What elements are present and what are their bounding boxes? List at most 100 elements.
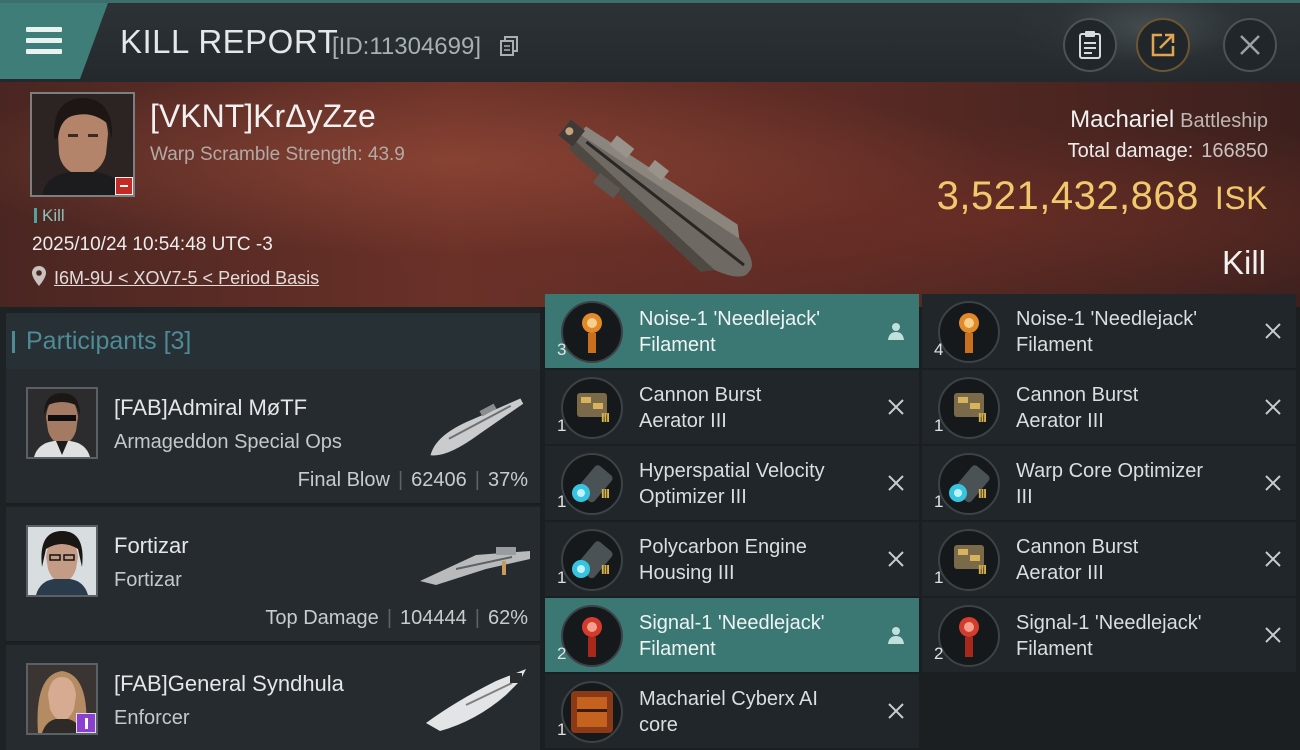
close-button[interactable] — [1223, 18, 1277, 72]
item-quantity: 2 — [557, 644, 567, 663]
total-damage-value: 166850 — [1201, 140, 1268, 162]
item-row[interactable]: III 1 Warp Core Optimizer III — [922, 446, 1296, 520]
filament-orange-icon — [561, 301, 623, 363]
location-pin-icon — [32, 266, 46, 286]
item-quantity: 1 — [557, 568, 567, 587]
tech-level-badge: III — [601, 410, 610, 425]
total-damage: Total damage: 166850 — [1068, 140, 1268, 163]
item-row[interactable]: 2 Signal-1 'Needlejack' Filament — [922, 598, 1296, 672]
close-icon[interactable] — [887, 474, 905, 492]
participant-ship: Fortizar — [114, 569, 182, 591]
item-row[interactable]: 2 Signal-1 'Needlejack' Filament — [545, 598, 919, 672]
person-icon[interactable] — [887, 322, 905, 340]
item-name: Cannon Burst Aerator III — [1016, 384, 1139, 432]
item-name: Hyperspatial Velocity Optimizer III — [639, 460, 825, 508]
copy-icon[interactable] — [500, 36, 518, 56]
item-row[interactable]: 1 Machariel Cyberx AI core — [545, 674, 919, 748]
rig-cyan-icon — [938, 453, 1000, 515]
close-icon — [1240, 35, 1260, 55]
kill-datetime: 2025/10/24 10:54:48 UTC -3 — [32, 234, 273, 255]
participants-title: Participants [3] — [11, 327, 192, 356]
participant-ship-image — [426, 669, 526, 731]
item-name: Noise-1 'Needlejack' Filament — [1016, 308, 1198, 356]
clipboard-button[interactable] — [1063, 18, 1117, 72]
participant-name: [FAB]General Syndhula — [114, 671, 344, 696]
item-name: Cannon Burst Aerator III — [1016, 536, 1139, 584]
stat-label: Final Blow — [297, 469, 390, 491]
filament-red-icon — [561, 605, 623, 667]
filament-orange-icon — [938, 301, 1000, 363]
isk-unit: ISK — [1214, 180, 1268, 216]
participant-ship: Enforcer — [114, 707, 190, 729]
item-row[interactable]: III 1 Hyperspatial Velocity Optimizer III — [545, 446, 919, 520]
filament-red-icon — [938, 605, 1000, 667]
participant-ship: Armageddon Special Ops — [114, 431, 342, 453]
stat-percent: 37% — [487, 469, 528, 491]
avatar[interactable] — [26, 663, 98, 735]
item-row[interactable]: 3 Noise-1 'Needlejack' Filament — [545, 294, 919, 368]
close-icon[interactable] — [887, 398, 905, 416]
victim-name[interactable]: [VKNT]KrΔyZze — [150, 98, 376, 135]
top-bar: KILL REPORT [ID:11304699] — [0, 0, 1300, 83]
avatar[interactable] — [26, 387, 98, 459]
tech-level-badge: III — [978, 410, 987, 425]
isk-amount: 3,521,432,868 — [936, 174, 1199, 218]
total-damage-label: Total damage: — [1067, 140, 1194, 162]
tech-level-badge: III — [601, 486, 610, 501]
participants-panel: Participants [3] [FAB]Admiral MøTF Armag… — [0, 307, 540, 750]
item-name: Machariel Cyberx AI core — [639, 688, 818, 736]
module-gold-icon — [938, 377, 1000, 439]
item-row[interactable]: 4 Noise-1 'Needlejack' Filament — [922, 294, 1296, 368]
item-name: Noise-1 'Needlejack' Filament — [639, 308, 821, 356]
victim-ship-image[interactable] — [535, 102, 785, 302]
kill-location-link[interactable]: I6M-9U < XOV7-5 < Period Basis — [54, 268, 319, 289]
item-name: Polycarbon Engine Housing III — [639, 536, 807, 584]
close-icon[interactable] — [1264, 398, 1282, 416]
participant-ship-image — [430, 398, 524, 456]
item-row[interactable]: III 1 Polycarbon Engine Housing III — [545, 522, 919, 596]
item-row[interactable]: III 1 Cannon Burst Aerator III — [922, 522, 1296, 596]
rig-cyan-icon — [561, 453, 623, 515]
item-row[interactable]: III 1 Cannon Burst Aerator III — [545, 370, 919, 444]
close-icon[interactable] — [1264, 626, 1282, 644]
role-badge-purple — [76, 713, 96, 733]
menu-button[interactable] — [0, 3, 108, 79]
participant-row[interactable]: [FAB]Admiral MøTF Armageddon Special Ops… — [6, 369, 540, 505]
item-name: Signal-1 'Needlejack' Filament — [639, 612, 825, 660]
close-icon[interactable] — [1264, 550, 1282, 568]
isk-value: 3,521,432,868 ISK — [937, 174, 1268, 219]
item-quantity: 1 — [557, 720, 567, 739]
close-icon[interactable] — [1264, 322, 1282, 340]
warp-scramble-strength: Warp Scramble Strength: 43.9 — [150, 144, 405, 165]
ship-name-text[interactable]: Machariel — [1070, 106, 1174, 133]
close-icon[interactable] — [887, 702, 905, 720]
kill-summary-banner: [VKNT]KrΔyZze Warp Scramble Strength: 43… — [0, 82, 1300, 307]
participant-row[interactable]: Fortizar Fortizar Top Damage | 104444 | 62% — [6, 507, 540, 643]
decorative-station-graphic — [1010, 3, 1240, 83]
share-button[interactable] — [1136, 18, 1190, 72]
avatar[interactable] — [26, 525, 98, 597]
item-quantity: 4 — [934, 340, 944, 359]
victim-portrait[interactable] — [30, 92, 135, 197]
share-icon — [1151, 33, 1175, 57]
participant-row[interactable]: [FAB]General Syndhula Enforcer — [6, 645, 540, 750]
module-gold-icon — [938, 529, 1000, 591]
close-icon[interactable] — [887, 550, 905, 568]
participants-header[interactable]: Participants [3] — [6, 313, 540, 369]
participants-count: [3] — [163, 327, 192, 355]
victim-ship-name: Machariel Battleship — [1070, 106, 1268, 134]
participant-portrait-image — [28, 389, 96, 457]
item-quantity: 3 — [557, 340, 567, 359]
close-icon[interactable] — [1264, 474, 1282, 492]
rig-cyan-icon — [561, 529, 623, 591]
item-quantity: 1 — [557, 492, 567, 511]
tech-level-badge: III — [978, 486, 987, 501]
item-name: Signal-1 'Needlejack' Filament — [1016, 612, 1202, 660]
item-quantity: 2 — [934, 644, 944, 663]
participant-portrait-image — [28, 527, 96, 595]
participant-stats: Top Damage | 104444 | 62% — [265, 607, 528, 629]
page-title: KILL REPORT — [120, 23, 339, 60]
tech-level-badge: III — [978, 562, 987, 577]
item-row[interactable]: III 1 Cannon Burst Aerator III — [922, 370, 1296, 444]
person-icon[interactable] — [887, 626, 905, 644]
